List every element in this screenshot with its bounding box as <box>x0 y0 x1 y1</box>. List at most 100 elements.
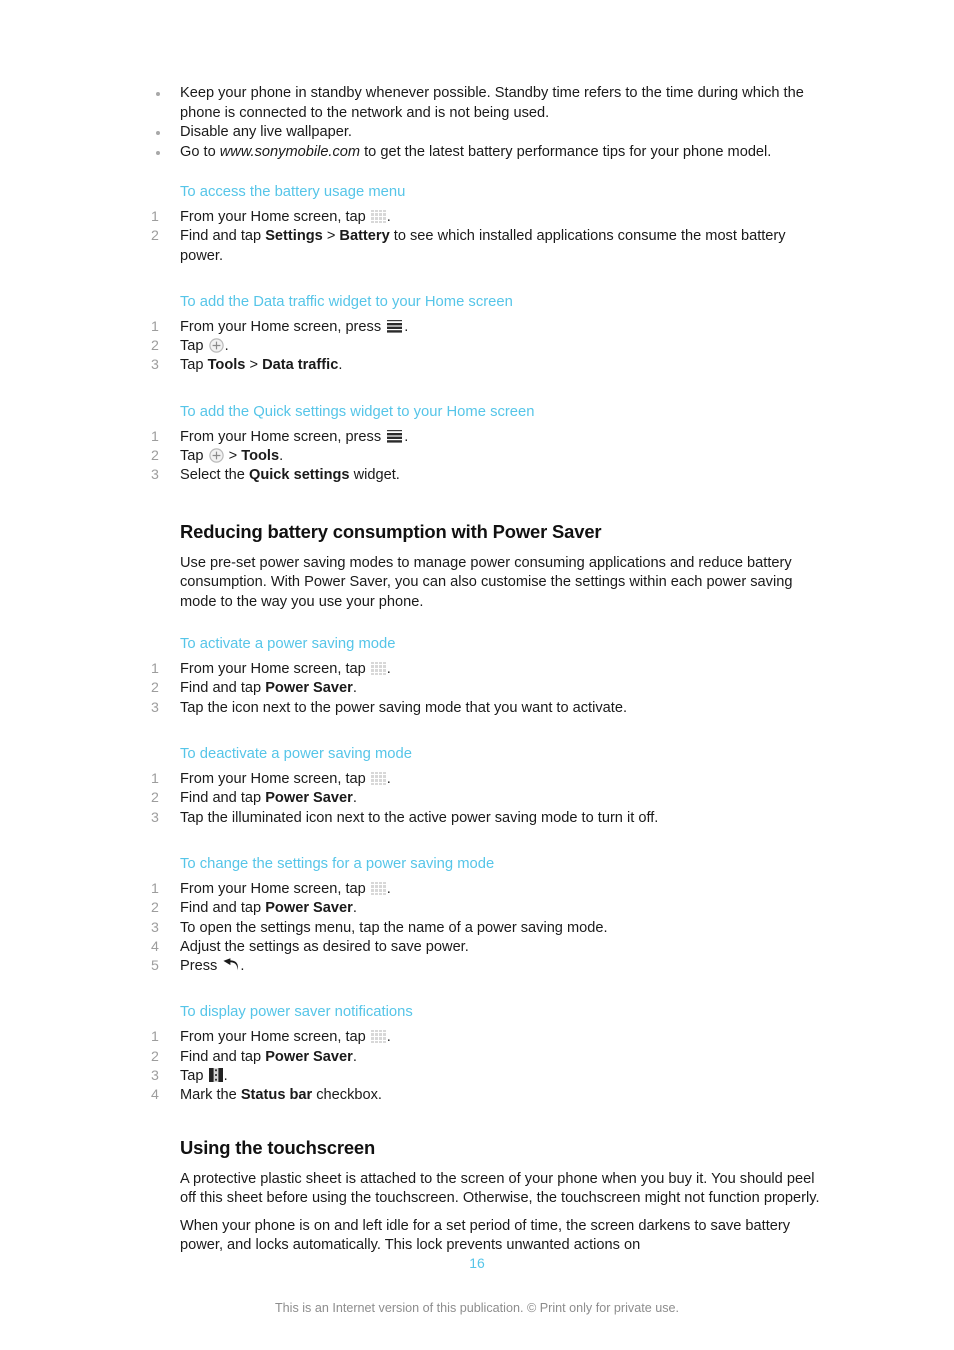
step-item: 2 Find and tap Power Saver. <box>145 1048 825 1067</box>
section-heading-touchscreen: Using the touchscreen <box>180 1136 376 1158</box>
step-text-prefix: Tap <box>180 1068 208 1085</box>
procedure-heading-data-traffic-widget: To add the Data traffic widget to your H… <box>180 293 513 310</box>
steps-battery-usage: 1 From your Home screen, tap . 2 Find an… <box>145 208 825 266</box>
step-text-c: checkbox. <box>312 1087 382 1104</box>
menu-icon <box>386 429 403 443</box>
step-item: 1 From your Home screen, press . <box>145 318 825 337</box>
step-text-suffix: . <box>386 661 391 678</box>
step-text-a: Find and tap <box>180 1048 266 1065</box>
steps-change-power-saving: 1 From your Home screen, tap . 2 Find an… <box>145 880 825 976</box>
step-text-c: widget. <box>349 467 400 484</box>
step-text-suffix: . <box>386 1029 391 1046</box>
step-number: 3 <box>151 1068 159 1085</box>
step-number: 4 <box>151 1087 159 1104</box>
step-item: 2 Find and tap Power Saver. <box>145 679 825 698</box>
step-text-suffix: . <box>404 318 409 335</box>
step-number: 3 <box>151 809 159 826</box>
step-number: 2 <box>151 790 159 807</box>
step-text-a: Find and tap <box>180 680 266 697</box>
step-text-prefix: From your Home screen, tap <box>180 880 370 897</box>
step-text-suffix: . <box>223 1068 228 1085</box>
step-number: 1 <box>151 880 159 897</box>
procedure-heading-deactivate-power-saving: To deactivate a power saving mode <box>180 746 412 763</box>
list-item: Keep your phone in standby whenever poss… <box>145 84 825 123</box>
step-text-suffix: . <box>279 448 284 465</box>
sonymobile-url: www.sonymobile.com <box>219 143 361 160</box>
step-text-e: . <box>338 357 343 374</box>
step-text-prefix: Tap <box>180 338 208 355</box>
settings-label: Settings <box>265 228 323 245</box>
step-item: 1 From your Home screen, tap . <box>145 208 825 227</box>
step-text: Tap the icon next to the power saving mo… <box>180 699 627 716</box>
section-body-power-saver: Use pre-set power saving modes to manage… <box>180 554 793 610</box>
step-text-a: Find and tap <box>180 790 266 807</box>
step-number: 2 <box>151 1048 159 1065</box>
step-item: 4 Mark the Status bar checkbox. <box>145 1086 825 1105</box>
step-text-c: > <box>245 357 263 374</box>
app-drawer-grid-icon <box>370 772 386 786</box>
steps-deactivate-power-saving: 1 From your Home screen, tap . 2 Find an… <box>145 770 825 828</box>
step-text-prefix: From your Home screen, tap <box>180 1029 370 1046</box>
step-text-prefix: From your Home screen, press <box>180 318 386 335</box>
step-text-c: . <box>352 1048 357 1065</box>
procedure-heading-power-saver-notifications: To display power saver notifications <box>180 1004 413 1021</box>
step-item: 3 Select the Quick settings widget. <box>145 466 825 485</box>
list-item: Go to www.sonymobile.com to get the late… <box>145 143 825 163</box>
step-item: 1 From your Home screen, tap . <box>145 880 825 899</box>
step-number: 1 <box>151 318 159 335</box>
step-text-prefix: From your Home screen, tap <box>180 209 370 225</box>
step-item: 1 From your Home screen, press . <box>145 428 825 447</box>
battery-tips-bullet-list: Keep your phone in standby whenever poss… <box>145 84 825 162</box>
step-text-c: . <box>352 680 357 697</box>
step-number: 2 <box>151 900 159 917</box>
document-page: Keep your phone in standby whenever poss… <box>0 0 954 1350</box>
step-text-c: > <box>322 228 340 245</box>
step-text-c: . <box>352 900 357 917</box>
step-item: 3 Tap Tools > Data traffic. <box>145 356 825 375</box>
steps-data-traffic-widget: 1 From your Home screen, press . 2 Tap .… <box>145 318 825 376</box>
step-item: 2 Find and tap Power Saver. <box>145 789 825 808</box>
footer-note: This is an Internet version of this publ… <box>274 1301 680 1315</box>
steps-quick-settings-widget: 1 From your Home screen, press . 2 Tap >… <box>145 428 825 486</box>
step-item: 2 Tap . <box>145 337 825 356</box>
step-text: Adjust the settings as desired to save p… <box>180 938 469 955</box>
step-item: 3 To open the settings menu, tap the nam… <box>145 919 825 938</box>
step-text-suffix: . <box>224 338 229 355</box>
step-item: 5 Press . <box>145 957 825 976</box>
step-item: 3 Tap the icon next to the power saving … <box>145 699 825 718</box>
steps-power-saver-notifications: 1 From your Home screen, tap . 2 Find an… <box>145 1028 825 1105</box>
step-item: 1 From your Home screen, tap . <box>145 660 825 679</box>
tools-label: Tools <box>207 357 246 374</box>
bullet-text: Disable any live wallpaper. <box>180 124 352 140</box>
step-item: 2 Tap > Tools. <box>145 447 825 466</box>
step-item: 2 Find and tap Power Saver. <box>145 899 825 918</box>
app-drawer-grid-icon <box>370 662 386 676</box>
step-item: 1 From your Home screen, tap . <box>145 1028 825 1047</box>
step-text-suffix: . <box>386 880 391 897</box>
step-number: 3 <box>151 699 159 716</box>
step-text-a: Find and tap <box>180 228 266 245</box>
step-text-suffix: . <box>386 209 391 225</box>
power-saver-label: Power Saver <box>265 680 353 697</box>
step-number: 1 <box>151 771 159 788</box>
step-text-a: Find and tap <box>180 900 266 917</box>
battery-label: Battery <box>339 228 390 245</box>
step-text-a: Mark the <box>180 1087 241 1104</box>
step-number: 2 <box>151 448 159 465</box>
plus-circle-icon <box>208 448 224 463</box>
step-text-suffix: . <box>386 771 391 788</box>
menu-icon <box>386 319 403 333</box>
procedure-heading-activate-power-saving: To activate a power saving mode <box>180 636 396 653</box>
procedure-heading-quick-settings-widget: To add the Quick settings widget to your… <box>180 403 535 420</box>
step-text-a: Select the <box>180 467 249 484</box>
power-saver-label: Power Saver <box>265 1048 353 1065</box>
step-number: 4 <box>151 938 159 955</box>
step-item: 1 From your Home screen, tap . <box>145 770 825 789</box>
step-text: To open the settings menu, tap the name … <box>180 919 608 936</box>
step-text-prefix: From your Home screen, press <box>180 428 386 445</box>
status-bar-label: Status bar <box>240 1087 313 1104</box>
step-text-suffix: . <box>240 958 245 975</box>
step-number: 5 <box>151 958 159 975</box>
app-drawer-grid-icon <box>370 881 386 895</box>
step-number: 3 <box>151 467 159 484</box>
